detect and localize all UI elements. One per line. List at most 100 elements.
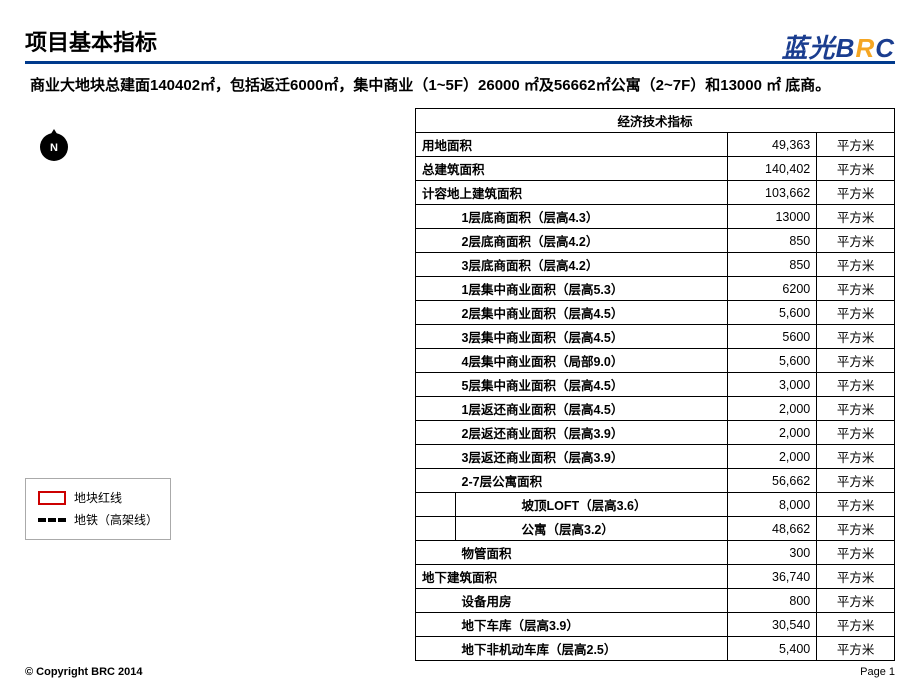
footer: © Copyright BRC 2014 Page 1 — [25, 666, 895, 678]
copyright: © Copyright BRC 2014 — [25, 666, 143, 678]
row-unit: 平方米 — [817, 493, 895, 517]
row-label: 地下非机动车库（层高2.5） — [456, 637, 728, 661]
row-label: 2层返还商业面积（层高3.9） — [456, 421, 728, 445]
table-caption: 经济技术指标 — [416, 109, 895, 133]
row-label: 用地面积 — [416, 133, 728, 157]
row-label: 2-7层公寓面积 — [456, 469, 728, 493]
row-value: 30,540 — [727, 613, 817, 637]
row-unit: 平方米 — [817, 277, 895, 301]
row-value: 140,402 — [727, 157, 817, 181]
row-value: 300 — [727, 541, 817, 565]
table-row: 坡顶LOFT（层高3.6）8,000平方米 — [416, 493, 895, 517]
row-value: 13000 — [727, 205, 817, 229]
row-value: 2,000 — [727, 397, 817, 421]
row-unit: 平方米 — [817, 373, 895, 397]
row-value: 5600 — [727, 325, 817, 349]
row-label: 5层集中商业面积（层高4.5） — [456, 373, 728, 397]
row-label: 3层底商面积（层高4.2） — [456, 253, 728, 277]
row-unit: 平方米 — [817, 325, 895, 349]
row-unit: 平方米 — [817, 133, 895, 157]
row-unit: 平方米 — [817, 445, 895, 469]
table-row: 3层返还商业面积（层高3.9）2,000平方米 — [416, 445, 895, 469]
row-value: 49,363 — [727, 133, 817, 157]
compass-icon: N — [40, 133, 68, 161]
row-unit: 平方米 — [817, 613, 895, 637]
table-row: 公寓（层高3.2）48,662平方米 — [416, 517, 895, 541]
row-value: 2,000 — [727, 445, 817, 469]
row-value: 2,000 — [727, 421, 817, 445]
legend-metro: 地铁（高架线） — [38, 509, 158, 531]
table-row: 设备用房800平方米 — [416, 589, 895, 613]
metrics-table: 经济技术指标 用地面积49,363平方米总建筑面积140,402平方米计容地上建… — [415, 108, 895, 661]
row-label: 设备用房 — [456, 589, 728, 613]
table-row: 1层集中商业面积（层高5.3）6200平方米 — [416, 277, 895, 301]
row-label: 地下车库（层高3.9） — [456, 613, 728, 637]
row-unit: 平方米 — [817, 157, 895, 181]
table-row: 总建筑面积140,402平方米 — [416, 157, 895, 181]
table-row: 计容地上建筑面积103,662平方米 — [416, 181, 895, 205]
table-row: 物管面积300平方米 — [416, 541, 895, 565]
row-label: 3层集中商业面积（层高4.5） — [456, 325, 728, 349]
table-row: 2层返还商业面积（层高3.9）2,000平方米 — [416, 421, 895, 445]
table-row: 用地面积49,363平方米 — [416, 133, 895, 157]
row-unit: 平方米 — [817, 565, 895, 589]
row-unit: 平方米 — [817, 589, 895, 613]
row-label: 公寓（层高3.2） — [516, 517, 728, 541]
row-value: 36,740 — [727, 565, 817, 589]
row-value: 3,000 — [727, 373, 817, 397]
legend-redline: 地块红线 — [38, 487, 158, 509]
table-row: 2-7层公寓面积56,662平方米 — [416, 469, 895, 493]
table-row: 4层集中商业面积（局部9.0）5,600平方米 — [416, 349, 895, 373]
row-unit: 平方米 — [817, 397, 895, 421]
row-unit: 平方米 — [817, 541, 895, 565]
row-value: 800 — [727, 589, 817, 613]
table-row: 地下建筑面积36,740平方米 — [416, 565, 895, 589]
table-row: 2层底商面积（层高4.2）850平方米 — [416, 229, 895, 253]
row-value: 5,600 — [727, 301, 817, 325]
row-unit: 平方米 — [817, 469, 895, 493]
row-unit: 平方米 — [817, 253, 895, 277]
row-label: 3层返还商业面积（层高3.9） — [456, 445, 728, 469]
legend: 地块红线 地铁（高架线） — [25, 478, 171, 540]
row-value: 5,400 — [727, 637, 817, 661]
row-unit: 平方米 — [817, 205, 895, 229]
row-unit: 平方米 — [817, 301, 895, 325]
redline-swatch-icon — [38, 491, 66, 505]
table-row: 1层底商面积（层高4.3）13000平方米 — [416, 205, 895, 229]
row-value: 5,600 — [727, 349, 817, 373]
table-row: 2层集中商业面积（层高4.5）5,600平方米 — [416, 301, 895, 325]
row-label: 物管面积 — [456, 541, 728, 565]
table-row: 5层集中商业面积（层高4.5）3,000平方米 — [416, 373, 895, 397]
row-value: 103,662 — [727, 181, 817, 205]
row-unit: 平方米 — [817, 349, 895, 373]
title-bar: 项目基本指标 蓝光BRC — [25, 20, 895, 64]
row-value: 850 — [727, 253, 817, 277]
row-label: 坡顶LOFT（层高3.6） — [516, 493, 728, 517]
row-unit: 平方米 — [817, 181, 895, 205]
page-title: 项目基本指标 — [25, 25, 157, 57]
row-value: 48,662 — [727, 517, 817, 541]
row-value: 6200 — [727, 277, 817, 301]
row-unit: 平方米 — [817, 229, 895, 253]
row-label: 2层集中商业面积（层高4.5） — [456, 301, 728, 325]
row-unit: 平方米 — [817, 637, 895, 661]
page-number: Page 1 — [860, 666, 895, 678]
table-row: 1层返还商业面积（层高4.5）2,000平方米 — [416, 397, 895, 421]
row-unit: 平方米 — [817, 517, 895, 541]
row-value: 850 — [727, 229, 817, 253]
row-unit: 平方米 — [817, 421, 895, 445]
table-row: 地下非机动车库（层高2.5）5,400平方米 — [416, 637, 895, 661]
table-row: 地下车库（层高3.9）30,540平方米 — [416, 613, 895, 637]
row-value: 8,000 — [727, 493, 817, 517]
subtitle: 商业大地块总建面140402㎡，包括返迁6000㎡，集中商业（1~5F）2600… — [25, 74, 895, 108]
row-label: 地下建筑面积 — [416, 565, 728, 589]
row-label: 1层集中商业面积（层高5.3） — [456, 277, 728, 301]
row-label: 2层底商面积（层高4.2） — [456, 229, 728, 253]
metro-swatch-icon — [38, 518, 66, 522]
logo: 蓝光BRC — [157, 28, 895, 65]
row-value: 56,662 — [727, 469, 817, 493]
row-label: 1层底商面积（层高4.3） — [456, 205, 728, 229]
row-label: 总建筑面积 — [416, 157, 728, 181]
table-row: 3层集中商业面积（层高4.5）5600平方米 — [416, 325, 895, 349]
table-row: 3层底商面积（层高4.2）850平方米 — [416, 253, 895, 277]
